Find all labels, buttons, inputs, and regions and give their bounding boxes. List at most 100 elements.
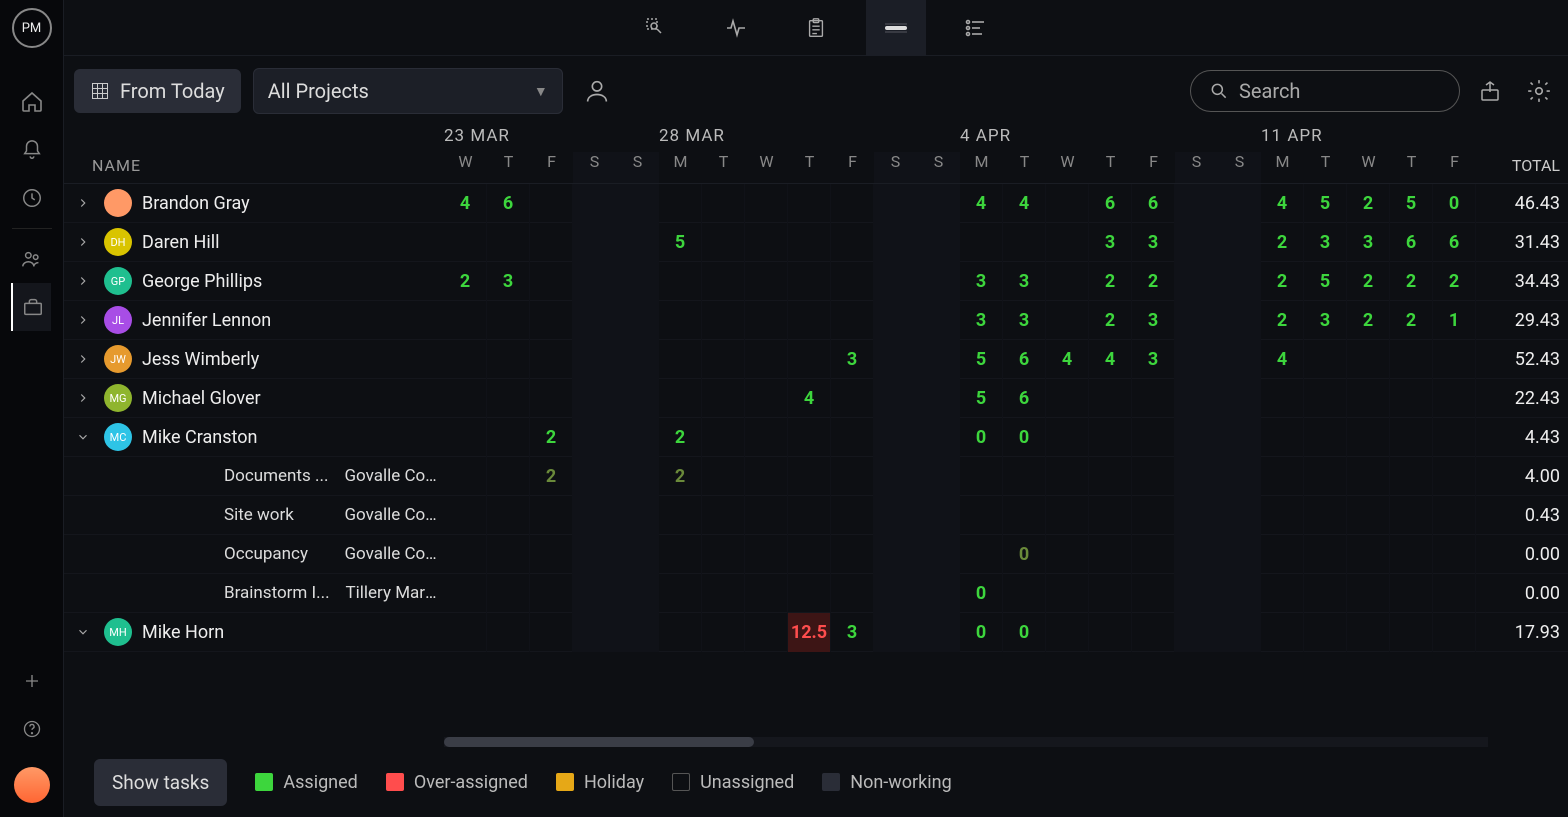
workload-cell[interactable] — [917, 184, 960, 223]
workload-cell[interactable] — [1433, 379, 1476, 418]
workload-cell[interactable] — [1347, 574, 1390, 613]
workload-cell[interactable] — [530, 496, 573, 535]
workload-cell[interactable] — [487, 496, 530, 535]
workload-cell[interactable] — [745, 262, 788, 301]
view-zoom-icon[interactable] — [626, 0, 686, 56]
workload-cell[interactable] — [874, 340, 917, 379]
workload-cell[interactable] — [1261, 457, 1304, 496]
nav-help[interactable] — [12, 705, 52, 753]
workload-cell[interactable] — [874, 184, 917, 223]
workload-cell[interactable] — [659, 379, 702, 418]
workload-cell[interactable]: 3 — [487, 262, 530, 301]
workload-cell[interactable] — [917, 262, 960, 301]
workload-cell[interactable] — [530, 223, 573, 262]
workload-cell[interactable] — [745, 184, 788, 223]
workload-cell[interactable] — [702, 418, 745, 457]
workload-cell[interactable] — [444, 301, 487, 340]
expand-toggle[interactable] — [76, 274, 94, 288]
workload-cell[interactable] — [1304, 613, 1347, 652]
workload-cell[interactable] — [1390, 379, 1433, 418]
view-workload-icon[interactable] — [866, 0, 926, 56]
workload-cell[interactable] — [616, 223, 659, 262]
workload-cell[interactable] — [702, 496, 745, 535]
workload-cell[interactable]: 2 — [1433, 262, 1476, 301]
workload-cell[interactable] — [573, 418, 616, 457]
workload-cell[interactable]: 0 — [960, 574, 1003, 613]
workload-cell[interactable]: 4 — [1261, 184, 1304, 223]
workload-cell[interactable]: 4 — [788, 379, 831, 418]
expand-toggle[interactable] — [76, 196, 94, 210]
workload-cell[interactable] — [616, 418, 659, 457]
workload-cell[interactable] — [1347, 379, 1390, 418]
workload-cell[interactable] — [788, 418, 831, 457]
workload-cell[interactable] — [1175, 496, 1218, 535]
workload-cell[interactable] — [917, 574, 960, 613]
workload-cell[interactable] — [659, 574, 702, 613]
workload-cell[interactable] — [1218, 223, 1261, 262]
workload-cell[interactable] — [1046, 613, 1089, 652]
horizontal-scrollbar[interactable] — [444, 737, 1488, 747]
workload-cell[interactable]: 5 — [1304, 262, 1347, 301]
workload-cell[interactable]: 4 — [1003, 184, 1046, 223]
workload-cell[interactable] — [1175, 613, 1218, 652]
workload-cell[interactable] — [1089, 379, 1132, 418]
workload-cell[interactable] — [917, 496, 960, 535]
workload-cell[interactable] — [616, 262, 659, 301]
workload-cell[interactable] — [616, 574, 659, 613]
workload-cell[interactable] — [1390, 574, 1433, 613]
workload-cell[interactable] — [1218, 379, 1261, 418]
workload-cell[interactable] — [487, 574, 530, 613]
workload-cell[interactable] — [659, 535, 702, 574]
workload-cell[interactable] — [831, 301, 874, 340]
workload-cell[interactable] — [1433, 496, 1476, 535]
workload-cell[interactable] — [917, 223, 960, 262]
workload-cell[interactable] — [1218, 262, 1261, 301]
workload-cell[interactable] — [616, 184, 659, 223]
workload-cell[interactable] — [444, 379, 487, 418]
workload-cell[interactable]: 2 — [1132, 262, 1175, 301]
workload-cell[interactable] — [960, 223, 1003, 262]
workload-cell[interactable]: 3 — [1304, 223, 1347, 262]
workload-cell[interactable] — [530, 535, 573, 574]
workload-cell[interactable] — [1390, 457, 1433, 496]
workload-cell[interactable] — [1218, 457, 1261, 496]
workload-cell[interactable] — [1046, 223, 1089, 262]
workload-cell[interactable] — [874, 223, 917, 262]
workload-cell[interactable]: 2 — [1347, 262, 1390, 301]
workload-cell[interactable] — [1175, 262, 1218, 301]
workload-cell[interactable]: 5 — [1390, 184, 1433, 223]
workload-cell[interactable] — [960, 457, 1003, 496]
workload-cell[interactable] — [1218, 184, 1261, 223]
workload-cell[interactable] — [874, 262, 917, 301]
workload-cell[interactable]: 1 — [1433, 301, 1476, 340]
workload-cell[interactable]: 6 — [1003, 379, 1046, 418]
project-select[interactable]: All Projects ▼ — [253, 68, 563, 114]
workload-cell[interactable] — [1089, 418, 1132, 457]
workload-cell[interactable] — [831, 457, 874, 496]
workload-cell[interactable]: 4 — [960, 184, 1003, 223]
workload-cell[interactable] — [1261, 613, 1304, 652]
workload-cell[interactable] — [573, 496, 616, 535]
workload-cell[interactable] — [788, 301, 831, 340]
workload-cell[interactable] — [1390, 613, 1433, 652]
workload-cell[interactable] — [616, 340, 659, 379]
workload-cell[interactable]: 2 — [1347, 301, 1390, 340]
filter-person-icon[interactable] — [583, 77, 611, 105]
workload-cell[interactable]: 3 — [1132, 223, 1175, 262]
workload-cell[interactable] — [1132, 457, 1175, 496]
workload-cell[interactable] — [487, 457, 530, 496]
workload-cell[interactable] — [874, 457, 917, 496]
workload-cell[interactable] — [1089, 457, 1132, 496]
workload-cell[interactable] — [444, 340, 487, 379]
workload-cell[interactable] — [1304, 379, 1347, 418]
workload-cell[interactable] — [573, 223, 616, 262]
workload-cell[interactable] — [1261, 418, 1304, 457]
workload-cell[interactable] — [831, 418, 874, 457]
workload-cell[interactable] — [745, 379, 788, 418]
workload-cell[interactable] — [1046, 457, 1089, 496]
workload-cell[interactable] — [1261, 496, 1304, 535]
workload-cell[interactable] — [1390, 340, 1433, 379]
workload-cell[interactable] — [1218, 496, 1261, 535]
workload-cell[interactable] — [1132, 574, 1175, 613]
nav-workload[interactable] — [11, 283, 51, 331]
